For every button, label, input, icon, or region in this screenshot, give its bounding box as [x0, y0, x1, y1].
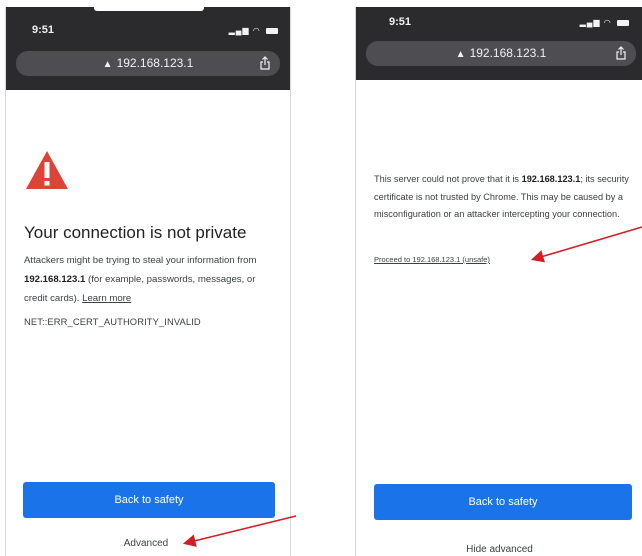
annotation-arrow-proceed [530, 226, 642, 263]
annotation-arrow-advanced [182, 226, 642, 547]
